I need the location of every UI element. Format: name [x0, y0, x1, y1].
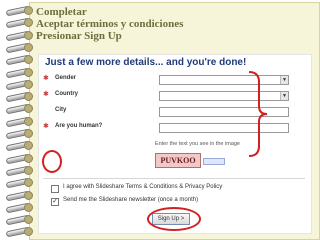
binding-ring	[4, 54, 33, 66]
captcha-refresh-link[interactable]	[203, 158, 225, 165]
binding-ring	[4, 30, 33, 42]
binding-ring	[4, 17, 33, 29]
instruction-line-2: Aceptar términos y condiciones	[36, 18, 184, 30]
binding-ring	[4, 128, 33, 140]
binding-ring	[4, 91, 33, 103]
newsletter-row: ✓ Send me the Slideshare newsletter (onc…	[51, 197, 301, 207]
gender-label: Gender	[55, 75, 77, 81]
signup-highlight-circle	[147, 207, 201, 231]
terms-row: I agree with Slideshare Terms & Conditio…	[51, 184, 301, 194]
binding-ring	[4, 140, 33, 152]
binding-ring	[4, 153, 33, 165]
instruction-line-3: Presionar Sign Up	[36, 30, 122, 42]
country-label: Country	[55, 91, 78, 97]
captcha-image: PUVKOO	[155, 153, 201, 168]
terms-checkbox[interactable]	[51, 185, 59, 193]
binding-ring	[4, 214, 33, 226]
city-input[interactable]	[159, 107, 289, 117]
fields-brace	[248, 71, 268, 157]
binding-ring	[4, 67, 33, 78]
captcha-hint: Enter the text you see in the image	[155, 141, 240, 147]
binding-ring	[4, 42, 33, 54]
required-marker: ✱	[43, 75, 49, 82]
country-select[interactable]: ▼	[159, 91, 289, 101]
newsletter-label: Send me the Slideshare newsletter (once …	[63, 197, 199, 203]
instruction-line-1: Completar	[36, 6, 87, 18]
chevron-down-icon: ▼	[280, 76, 288, 84]
chevron-down-icon: ▼	[280, 92, 288, 100]
city-label: City	[55, 107, 67, 113]
form-title: Just a few more details... and you're do…	[45, 57, 247, 68]
binding-ring	[4, 177, 33, 189]
spiral-binding	[0, 0, 36, 240]
required-marker: ✱	[43, 91, 49, 98]
captcha-input[interactable]	[159, 123, 289, 133]
binding-ring	[4, 103, 33, 115]
required-marker: ✱	[43, 123, 49, 130]
slide-instructions: Completar Aceptar términos y condiciones…	[36, 6, 316, 42]
divider	[43, 178, 305, 179]
binding-ring	[4, 190, 33, 201]
binding-ring	[4, 116, 33, 128]
terms-highlight-circle	[42, 150, 62, 173]
binding-ring	[4, 5, 33, 17]
terms-label: I agree with Slideshare Terms & Conditio…	[63, 184, 223, 190]
binding-ring	[4, 79, 33, 91]
newsletter-checkbox[interactable]: ✓	[51, 198, 59, 206]
binding-ring	[4, 202, 33, 214]
slide: Completar Aceptar términos y condiciones…	[0, 0, 320, 240]
gender-select[interactable]: ▼	[159, 75, 289, 85]
human-label: Are you human?	[55, 123, 103, 129]
binding-ring	[4, 165, 33, 177]
binding-ring	[4, 226, 33, 238]
